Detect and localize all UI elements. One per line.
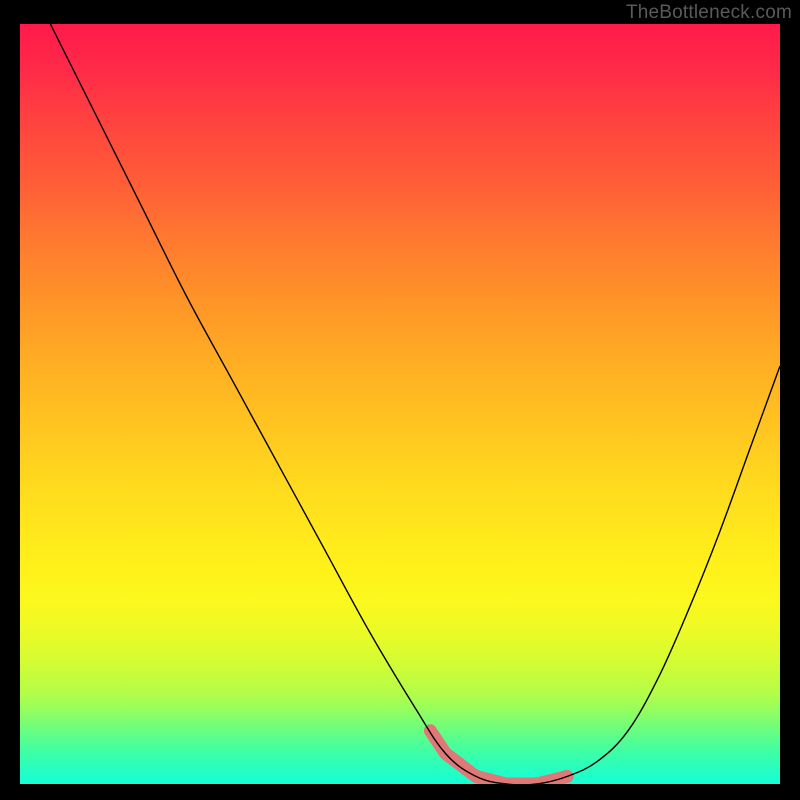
chart-plot-area: [20, 24, 780, 784]
highlight-segment: [430, 731, 567, 784]
bottleneck-curve: [50, 24, 780, 784]
chart-svg: [20, 24, 780, 784]
watermark-text: TheBottleneck.com: [626, 2, 792, 24]
